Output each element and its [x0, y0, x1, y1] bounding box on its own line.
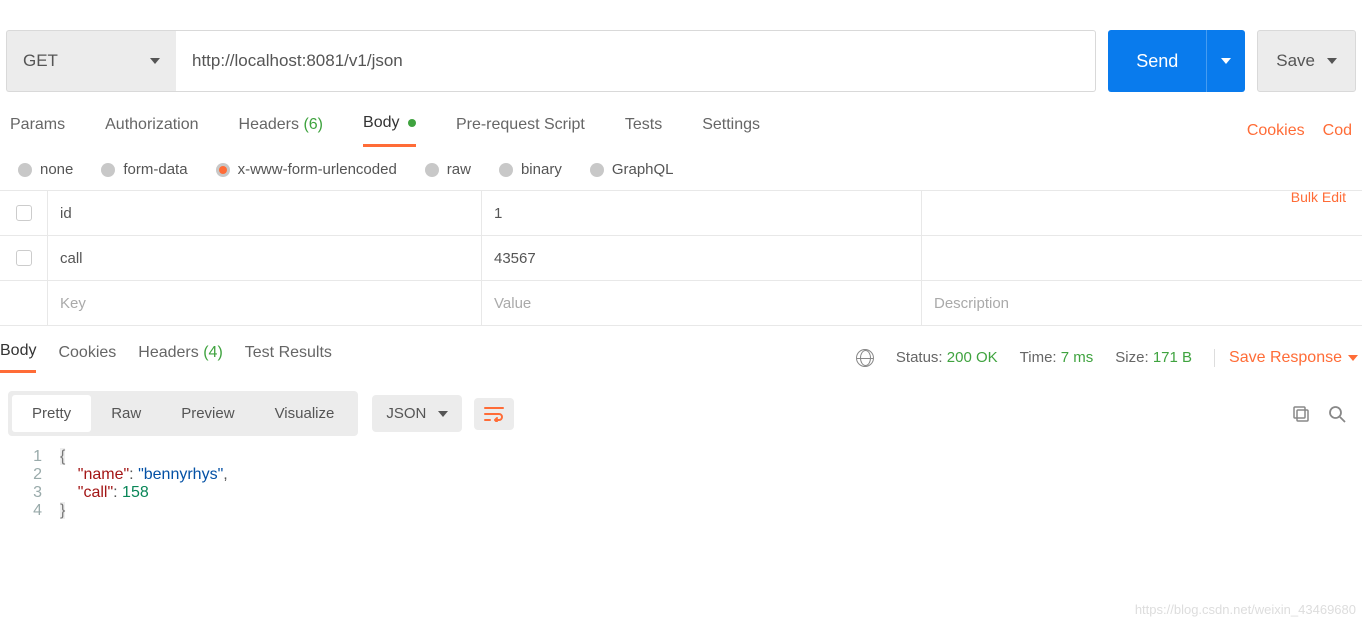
wrap-lines-button[interactable] — [474, 398, 514, 430]
url-input[interactable] — [176, 30, 1096, 92]
status-block: Status: 200 OK — [896, 349, 998, 366]
bodytype-raw[interactable]: raw — [425, 161, 471, 178]
table-row-new: Key Value Description — [0, 281, 1362, 326]
radio-icon — [18, 163, 32, 177]
response-body-code: 1{ 2 "name": "bennyrhys", 3 "call": 158 … — [0, 436, 1362, 520]
bodytype-xwww[interactable]: x-www-form-urlencoded — [216, 161, 397, 178]
key-cell[interactable]: id — [48, 191, 482, 235]
size-block: Size: 171 B — [1115, 349, 1192, 366]
chevron-down-icon — [1327, 58, 1337, 64]
row-checkbox[interactable] — [16, 205, 32, 221]
search-icon[interactable] — [1328, 405, 1346, 423]
tab-headers[interactable]: Headers (6) — [239, 116, 324, 146]
watermark-text: https://blog.csdn.net/weixin_43469680 — [1135, 602, 1356, 617]
tab-tests[interactable]: Tests — [625, 116, 662, 146]
view-preview[interactable]: Preview — [161, 395, 254, 432]
time-block: Time: 7 ms — [1020, 349, 1094, 366]
send-button[interactable]: Send — [1108, 30, 1206, 92]
view-visualize[interactable]: Visualize — [255, 395, 355, 432]
tab-prerequest[interactable]: Pre-request Script — [456, 116, 585, 146]
resp-tab-cookies[interactable]: Cookies — [58, 344, 116, 372]
chevron-down-icon — [1348, 355, 1358, 361]
save-button[interactable]: Save — [1257, 30, 1356, 92]
tab-body[interactable]: Body — [363, 114, 416, 147]
value-cell[interactable]: 43567 — [482, 236, 922, 280]
tab-settings[interactable]: Settings — [702, 116, 760, 146]
active-dot-icon — [408, 119, 416, 127]
copy-icon[interactable] — [1292, 405, 1310, 423]
save-response-button[interactable]: Save Response — [1214, 349, 1358, 367]
resp-tab-test-results[interactable]: Test Results — [245, 344, 332, 372]
key-cell[interactable]: Key — [48, 281, 482, 325]
bodytype-none[interactable]: none — [18, 161, 73, 178]
radio-icon — [216, 163, 230, 177]
view-pretty[interactable]: Pretty — [12, 395, 91, 432]
value-cell[interactable]: 1 — [482, 191, 922, 235]
description-cell[interactable]: Description — [922, 281, 1362, 325]
chevron-down-icon — [438, 411, 448, 417]
radio-icon — [425, 163, 439, 177]
chevron-down-icon — [150, 58, 160, 64]
view-raw[interactable]: Raw — [91, 395, 161, 432]
format-dropdown[interactable]: JSON — [372, 395, 462, 432]
value-cell[interactable]: Value — [482, 281, 922, 325]
code-link[interactable]: Cod — [1323, 122, 1352, 140]
send-dropdown-button[interactable] — [1206, 30, 1245, 92]
radio-icon — [590, 163, 604, 177]
bodytype-graphql[interactable]: GraphQL — [590, 161, 674, 178]
http-method-dropdown[interactable]: GET — [6, 30, 176, 92]
resp-tab-headers[interactable]: Headers (4) — [138, 344, 223, 372]
key-cell[interactable]: call — [48, 236, 482, 280]
http-method-label: GET — [23, 51, 58, 71]
row-checkbox[interactable] — [16, 250, 32, 266]
bodytype-binary[interactable]: binary — [499, 161, 562, 178]
chevron-down-icon — [1221, 58, 1231, 64]
description-cell[interactable] — [922, 236, 1362, 280]
radio-icon — [499, 163, 513, 177]
save-label: Save — [1276, 51, 1315, 71]
bodytype-form-data[interactable]: form-data — [101, 161, 187, 178]
resp-tab-body[interactable]: Body — [0, 342, 36, 373]
radio-icon — [101, 163, 115, 177]
table-row: call 43567 — [0, 236, 1362, 281]
tab-params[interactable]: Params — [10, 116, 65, 146]
bulk-edit-link[interactable]: Bulk Edit — [1291, 189, 1346, 205]
tab-authorization[interactable]: Authorization — [105, 116, 198, 146]
table-row: id 1 — [0, 191, 1362, 236]
cookies-link[interactable]: Cookies — [1247, 122, 1305, 140]
globe-icon[interactable] — [856, 349, 874, 367]
